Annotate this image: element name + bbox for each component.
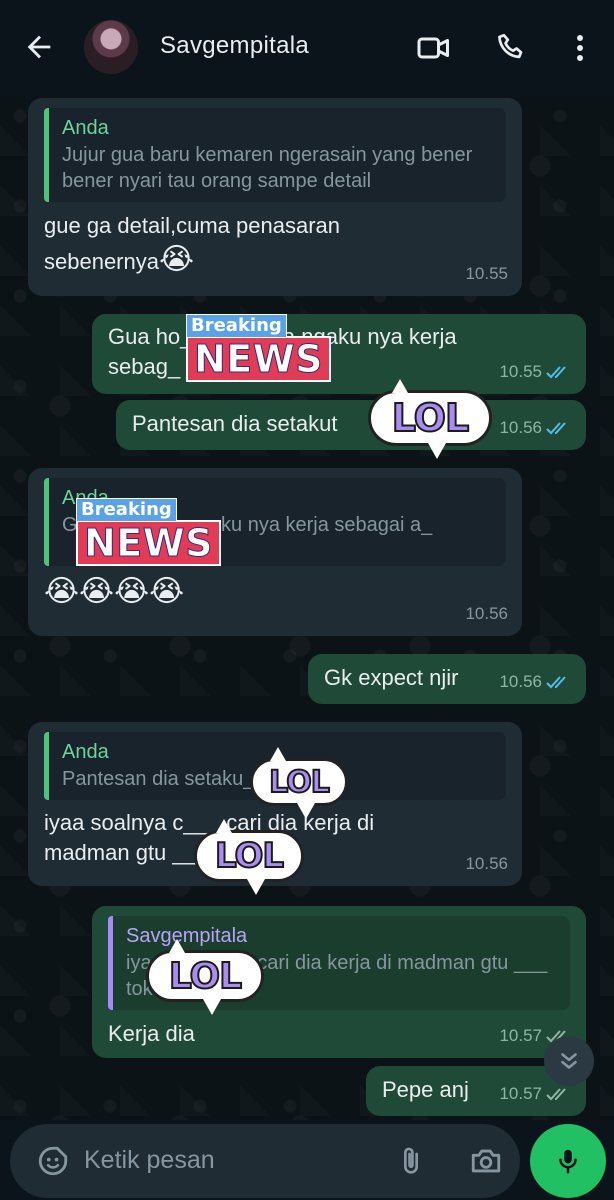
avatar[interactable] bbox=[84, 20, 138, 74]
message-time: 10.55 bbox=[465, 264, 508, 283]
lol-sticker: LOL bbox=[194, 819, 304, 895]
message-time: 10.56 bbox=[465, 604, 508, 623]
video-call-icon[interactable] bbox=[416, 30, 452, 66]
message-bubble-outgoing[interactable]: Gua ho___ ___ dia ngaku nya kerja sebag_… bbox=[92, 314, 586, 394]
message-meta: 10.55 bbox=[499, 356, 572, 388]
read-ticks-icon bbox=[546, 366, 566, 379]
message-time: 10.56 bbox=[499, 672, 542, 691]
message-text: gue ga detail,cuma penasaran sebenernya😭 bbox=[44, 210, 424, 278]
breaking-news-sticker: Breaking NEWS bbox=[186, 314, 332, 382]
contact-name[interactable]: Savgempitala bbox=[160, 32, 309, 60]
news-label: NEWS bbox=[186, 336, 332, 382]
message-time: 10.55 bbox=[499, 362, 542, 381]
message-meta: 10.56 bbox=[465, 848, 508, 880]
message-time: 10.57 bbox=[499, 1084, 542, 1103]
message-time: 10.57 bbox=[499, 1026, 542, 1045]
lol-sticker: LOL bbox=[146, 939, 264, 1015]
message-time: 10.56 bbox=[499, 418, 542, 437]
camera-icon[interactable] bbox=[468, 1144, 504, 1178]
more-options-icon[interactable] bbox=[562, 30, 598, 66]
crying-emoji: 😭 bbox=[158, 243, 195, 276]
breaking-label: Breaking bbox=[186, 314, 287, 338]
microphone-icon bbox=[559, 1149, 577, 1174]
emoji-sticker-icon[interactable] bbox=[36, 1144, 70, 1178]
scroll-to-bottom-button[interactable] bbox=[544, 1036, 594, 1086]
lol-sticker: LOL bbox=[250, 747, 348, 819]
lol-sticker: LOL bbox=[368, 379, 492, 459]
message-bubble-outgoing[interactable]: Pantesan dia setakut 10.56 bbox=[116, 400, 586, 450]
double-chevron-down-icon bbox=[561, 1053, 577, 1069]
message-input-bar: Ketik pesan bbox=[10, 1124, 520, 1198]
message-meta: 10.56 bbox=[499, 666, 572, 698]
read-ticks-icon bbox=[546, 422, 566, 435]
message-input[interactable]: Ketik pesan bbox=[84, 1146, 215, 1175]
crying-emojis: 😭😭😭😭 bbox=[44, 575, 185, 608]
phone-call-icon[interactable] bbox=[494, 30, 530, 66]
breaking-news-sticker: Breaking NEWS bbox=[76, 498, 222, 566]
quote-text: Jujur gua baru kemaren ngerasain yang be… bbox=[62, 144, 473, 192]
message-bubble-outgoing[interactable]: Gk expect njir 10.56 bbox=[308, 654, 586, 704]
message-time: 10.56 bbox=[465, 854, 508, 873]
quote-author: Savgempitala bbox=[126, 925, 248, 947]
quote-author: Anda bbox=[62, 117, 109, 139]
back-arrow-icon[interactable] bbox=[22, 30, 56, 64]
voice-message-button[interactable] bbox=[530, 1124, 606, 1198]
read-ticks-icon bbox=[546, 676, 566, 689]
message-meta: 10.55 bbox=[465, 258, 508, 290]
paperclip-icon[interactable] bbox=[394, 1142, 428, 1180]
chat-header: Savgempitala bbox=[0, 0, 614, 96]
message-meta: 10.56 bbox=[465, 598, 508, 630]
breaking-label: Breaking bbox=[76, 498, 177, 522]
message-meta: 10.56 bbox=[499, 412, 572, 444]
message-bubble-incoming[interactable]: Anda Jujur gua baru kemaren ngerasain ya… bbox=[28, 98, 522, 296]
read-ticks-icon bbox=[546, 1088, 566, 1101]
quoted-message[interactable]: Anda Jujur gua baru kemaren ngerasain ya… bbox=[44, 108, 506, 202]
news-label: NEWS bbox=[76, 520, 222, 566]
